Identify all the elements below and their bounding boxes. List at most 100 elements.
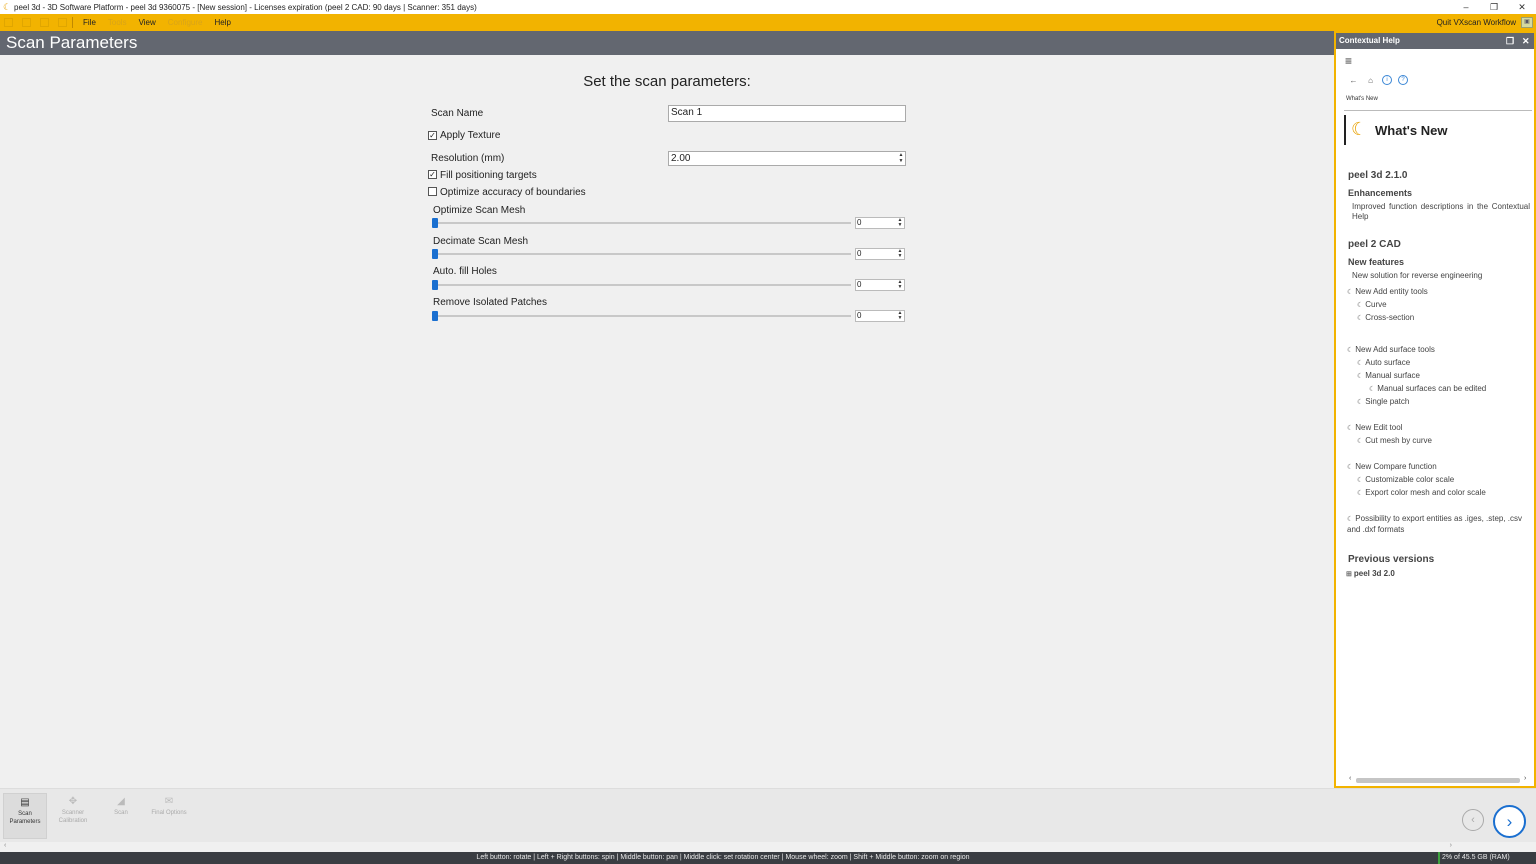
- resolution-spinner[interactable]: ▲ ▼: [897, 152, 905, 165]
- list-item-text: Export color mesh and color scale: [1365, 488, 1486, 497]
- optimize-mesh-slider[interactable]: [433, 222, 851, 224]
- home-icon[interactable]: ⌂: [1365, 76, 1376, 85]
- list-item: ☾ New Add entity tools: [1347, 287, 1428, 298]
- menu-view[interactable]: View: [133, 14, 162, 31]
- scroll-right-icon[interactable]: ›: [1524, 775, 1526, 782]
- list-item-text[interactable]: peel 3d 2.0: [1354, 569, 1395, 578]
- list-item: ☾ Cut mesh by curve: [1357, 436, 1432, 447]
- save-icon[interactable]: [40, 18, 49, 27]
- list-item: ☾ New Compare function: [1347, 462, 1437, 473]
- scrollbar-thumb[interactable]: [1356, 778, 1520, 783]
- step-final-options[interactable]: ✉ Final Options: [147, 793, 191, 817]
- optimize-mesh-spinner[interactable]: ▲ ▼: [896, 218, 904, 228]
- undock-icon[interactable]: ❐: [1506, 33, 1514, 49]
- resolution-input[interactable]: 2.00 ▲ ▼: [668, 151, 906, 166]
- bullet-icon: ☾: [1357, 490, 1364, 497]
- remove-patches-slider-handle[interactable]: [432, 311, 438, 321]
- peel-logo-icon: ☾: [1351, 119, 1368, 139]
- scroll-left-icon[interactable]: ‹: [4, 842, 6, 849]
- bullet-icon: ☾: [1347, 347, 1354, 354]
- back-icon[interactable]: ←: [1348, 76, 1359, 85]
- optimize-mesh-slider-handle[interactable]: [432, 218, 438, 228]
- fill-holes-slider-handle[interactable]: [432, 280, 438, 290]
- list-item: ☾ Customizable color scale: [1357, 475, 1454, 486]
- decimate-mesh-slider-handle[interactable]: [432, 249, 438, 259]
- version-heading: peel 3d 2.1.0: [1348, 170, 1408, 181]
- enhancements-text: Improved function descriptions in the Co…: [1352, 202, 1530, 221]
- bullet-icon: ☾: [1347, 516, 1354, 523]
- remove-patches-value: 0: [857, 311, 862, 320]
- optimize-mesh-label: Optimize Scan Mesh: [433, 205, 526, 216]
- calibration-icon: ✥: [68, 796, 78, 807]
- page-header: Scan Parameters: [0, 31, 1334, 55]
- bullet-icon: ☾: [1347, 464, 1354, 471]
- list-item: ☾ Cross-section: [1357, 313, 1414, 324]
- step-scan-parameters[interactable]: ▤ Scan Parameters: [3, 793, 47, 839]
- bottom-scrollbar[interactable]: ‹ ›: [0, 842, 1536, 852]
- help-title: Contextual Help: [1339, 36, 1400, 45]
- step-label: Scan: [114, 810, 128, 816]
- step-scanner-calibration[interactable]: ✥ Scanner Calibration: [51, 793, 95, 825]
- menu-tools[interactable]: Tools: [102, 14, 133, 31]
- optimize-mesh-input[interactable]: 0 ▲ ▼: [855, 217, 905, 229]
- bullet-icon: ☾: [1357, 315, 1364, 322]
- fill-holes-slider[interactable]: [433, 284, 851, 286]
- resolution-value: 2.00: [671, 153, 691, 164]
- menu-help[interactable]: Help: [208, 14, 236, 31]
- close-help-icon[interactable]: ✕: [1522, 33, 1530, 49]
- fill-holes-input[interactable]: 0 ▲ ▼: [855, 279, 905, 291]
- remove-patches-slider[interactable]: [433, 315, 851, 317]
- decimate-mesh-label: Decimate Scan Mesh: [433, 236, 529, 247]
- question-icon[interactable]: ?: [1398, 75, 1408, 85]
- list-item-text: Single patch: [1365, 397, 1410, 406]
- close-window-button[interactable]: ✕: [1508, 0, 1536, 14]
- minimize-button[interactable]: –: [1452, 0, 1480, 14]
- quit-workflow-icon[interactable]: ▣: [1521, 17, 1533, 28]
- save-as-icon[interactable]: [58, 18, 67, 27]
- open-file-icon[interactable]: [22, 18, 31, 27]
- fill-holes-spinner[interactable]: ▲ ▼: [896, 280, 904, 290]
- app-logo-icon: ☾: [3, 1, 12, 12]
- status-bar: Left button: rotate | Left + Right butto…: [0, 852, 1536, 864]
- step-scan[interactable]: ◢ Scan: [99, 793, 143, 817]
- scroll-left-icon[interactable]: ‹: [1349, 775, 1351, 782]
- quit-workflow-link[interactable]: Quit VXscan Workflow: [1437, 14, 1516, 31]
- menu-configure[interactable]: Configure: [162, 14, 209, 31]
- decimate-mesh-spinner[interactable]: ▲ ▼: [896, 249, 904, 259]
- decimate-mesh-slider[interactable]: [433, 253, 851, 255]
- new-file-icon[interactable]: [4, 18, 13, 27]
- bullet-icon: ☾: [1347, 425, 1354, 432]
- info-icon[interactable]: i: [1382, 75, 1392, 85]
- apply-texture-checkbox[interactable]: ✓: [428, 131, 437, 140]
- menu-file[interactable]: File: [77, 14, 102, 31]
- previous-step-button[interactable]: ‹: [1462, 809, 1484, 831]
- fill-targets-checkbox[interactable]: ✓: [428, 170, 437, 179]
- fill-targets-label: Fill positioning targets: [440, 170, 537, 181]
- bullet-icon: ☾: [1357, 438, 1364, 445]
- bullet-icon: ☾: [1357, 373, 1364, 380]
- decimate-mesh-input[interactable]: 0 ▲ ▼: [855, 248, 905, 260]
- next-step-button[interactable]: ›: [1493, 805, 1526, 838]
- optimize-boundaries-checkbox[interactable]: [428, 187, 437, 196]
- restore-button[interactable]: ❐: [1480, 0, 1508, 14]
- apply-texture-label: Apply Texture: [440, 130, 501, 141]
- remove-patches-input[interactable]: 0 ▲ ▼: [855, 310, 905, 322]
- menu-icon[interactable]: ≡: [1345, 54, 1352, 68]
- horizontal-scrollbar[interactable]: ‹ ›: [1346, 775, 1530, 784]
- help-breadcrumb[interactable]: What's New: [1346, 96, 1378, 102]
- resolution-label: Resolution (mm): [431, 153, 505, 164]
- bullet-icon: ☾: [1369, 386, 1376, 393]
- list-item: ☾ Auto surface: [1357, 358, 1410, 369]
- contextual-help-panel: Contextual Help ❐ ✕ ≡ ← ⌂ i ? What's New…: [1334, 31, 1536, 788]
- scan-name-input[interactable]: Scan 1: [668, 105, 906, 122]
- expand-icon[interactable]: ⊞: [1346, 571, 1352, 578]
- ram-usage-bar: [1438, 852, 1440, 864]
- list-item-text: Auto surface: [1365, 358, 1411, 367]
- new-features-text: New solution for reverse engineering: [1352, 271, 1483, 280]
- scroll-right-icon[interactable]: ›: [1450, 842, 1452, 849]
- form-heading: Set the scan parameters:: [583, 73, 751, 90]
- remove-patches-spinner[interactable]: ▲ ▼: [896, 311, 904, 321]
- previous-version-item[interactable]: ⊞ peel 3d 2.0: [1346, 569, 1395, 580]
- list-item-text: Cross-section: [1365, 313, 1415, 322]
- whats-new-title: What's New: [1375, 123, 1448, 138]
